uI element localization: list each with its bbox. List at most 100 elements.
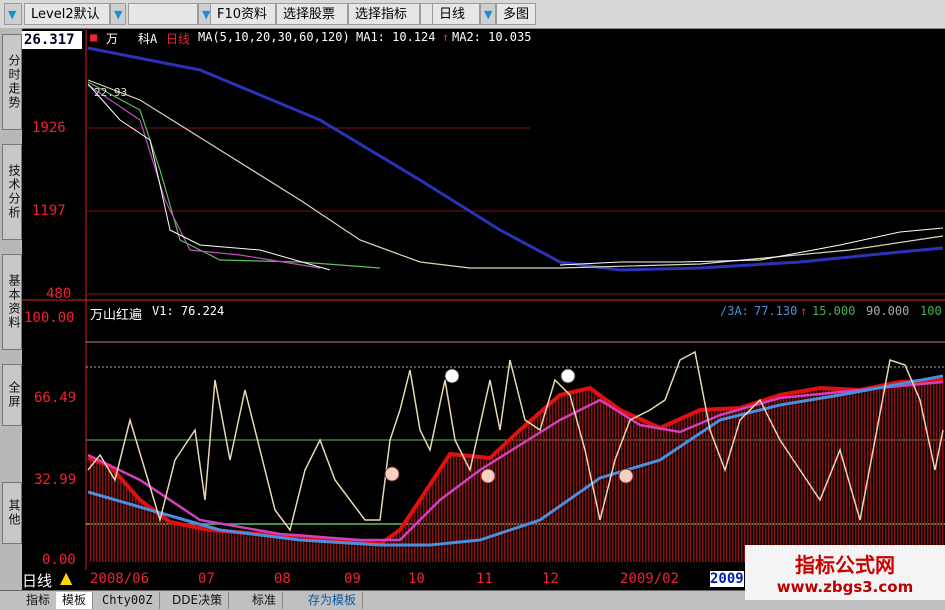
indicator-bar	[849, 389, 851, 562]
indicator-bar	[168, 520, 170, 562]
indicator-bar	[603, 397, 605, 562]
indicator-bar	[930, 380, 932, 562]
indicator-bar	[918, 381, 920, 562]
indicator-bar	[453, 454, 455, 562]
indicator-bar	[528, 423, 530, 562]
indicator-bar	[462, 455, 464, 562]
indicator-bar	[630, 414, 632, 562]
indicator-bar	[222, 530, 224, 562]
indicator-bar	[681, 418, 683, 562]
indicator-bar	[729, 408, 731, 562]
indicator-bar	[498, 450, 500, 562]
indicator-bar	[429, 486, 431, 562]
indicator-bar	[933, 380, 935, 562]
indicator-bar	[801, 391, 803, 562]
indicator-red-line	[87, 378, 944, 547]
indicator-bar	[171, 522, 173, 562]
indicator-bar	[618, 408, 620, 562]
indicator-bar	[816, 388, 818, 562]
indicator-bar	[807, 390, 809, 562]
indicator-bar	[723, 408, 725, 562]
indicator-bar	[111, 467, 113, 562]
indicator-bar	[588, 388, 590, 562]
indicator-bar	[198, 527, 200, 562]
indicator-bar	[777, 395, 779, 562]
indicator-bar	[810, 389, 812, 562]
indicator-bar	[639, 418, 641, 562]
indicator-bar	[888, 384, 890, 562]
indicator-bar	[258, 533, 260, 562]
indicator-bar	[708, 409, 710, 562]
indicator-bar	[645, 421, 647, 562]
indicator-bar	[882, 385, 884, 562]
indicator-bar	[507, 442, 509, 562]
indicator-bar	[690, 414, 692, 562]
tab-template[interactable]: 模板	[56, 592, 94, 609]
indicator-bar	[108, 465, 110, 562]
indicator-bar	[924, 380, 926, 562]
indicator-bar	[732, 408, 734, 562]
tab-indicator[interactable]: 指标	[20, 592, 58, 609]
indicator-bar	[252, 533, 254, 562]
indicator-bar	[573, 391, 575, 562]
indicator-bar	[216, 530, 218, 562]
indicator-bar	[174, 522, 176, 562]
tab-chty[interactable]: Chty00Z	[96, 592, 160, 609]
indicator-bar	[636, 417, 638, 562]
indicator-bar	[246, 532, 248, 562]
indicator-bar	[219, 530, 221, 562]
indicator-bar	[387, 539, 389, 562]
tab-standard[interactable]: 标准	[246, 592, 284, 609]
indicator-bar	[267, 534, 269, 562]
indicator-bar	[273, 534, 275, 562]
indicator-bar	[897, 382, 899, 562]
indicator-bar	[123, 480, 125, 562]
indicator-bar	[780, 395, 782, 562]
indicator-bar	[534, 417, 536, 562]
indicator-bar	[774, 396, 776, 562]
indicator-bar	[822, 388, 824, 562]
indicator-bar	[894, 383, 896, 562]
tab-save-template[interactable]: 存为模板	[302, 592, 364, 609]
indicator-bar	[237, 532, 239, 562]
indicator-bar	[435, 477, 437, 562]
indicator-bar	[432, 481, 434, 562]
indicator-bar	[189, 525, 191, 562]
indicator-bar	[900, 382, 902, 562]
indicator-bar	[276, 534, 278, 562]
indicator-bar	[738, 408, 740, 562]
indicator-bar	[612, 404, 614, 562]
indicator-bar	[165, 518, 167, 562]
indicator-bar	[396, 532, 398, 562]
indicator-bar	[96, 460, 98, 562]
indicator-bar	[471, 456, 473, 562]
indicator-bar	[753, 403, 755, 562]
indicator-bar	[594, 390, 596, 562]
x-tick-1: 07	[198, 571, 215, 587]
indicator-bar	[405, 522, 407, 562]
tab-dde[interactable]: DDE决策	[166, 592, 230, 609]
indicator-bar	[606, 399, 608, 562]
indicator-bar	[513, 436, 515, 562]
chart-lines	[87, 46, 944, 547]
indicator-bar	[183, 524, 185, 562]
indicator-bar	[687, 415, 689, 562]
indicator-bar	[912, 381, 914, 562]
indicator-bar	[225, 531, 227, 562]
indicator-bar	[741, 407, 743, 562]
indicator-bar	[114, 470, 116, 562]
triangle-up-icon[interactable]: ▲	[60, 568, 72, 587]
indicator-bar	[591, 388, 593, 562]
indicator-bar	[444, 463, 446, 562]
indicator-bar	[855, 389, 857, 562]
watermark-url: www.zbgs3.com	[776, 578, 914, 596]
indicator-bar	[705, 409, 707, 562]
indicator-bar	[672, 422, 674, 562]
indicator-bar	[660, 428, 662, 562]
indicator-bar	[669, 423, 671, 562]
indicator-bar	[864, 389, 866, 562]
indicator-bar	[831, 388, 833, 562]
indicator-bar	[102, 463, 104, 562]
indicator-bar	[678, 419, 680, 562]
indicator-bar	[213, 530, 215, 562]
